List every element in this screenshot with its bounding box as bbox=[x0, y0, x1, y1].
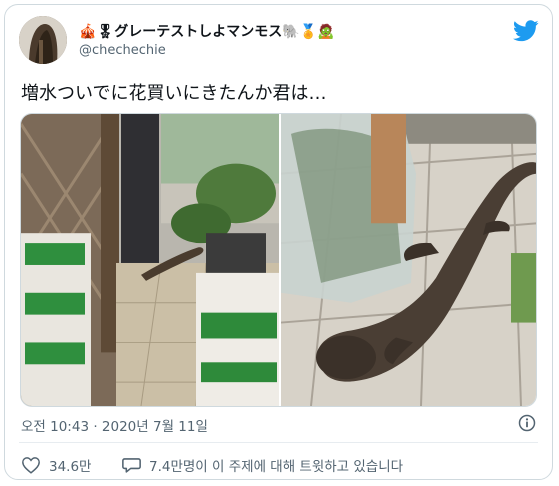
info-icon[interactable] bbox=[518, 414, 536, 432]
like-count: 34.6만 bbox=[49, 459, 92, 475]
user-handle[interactable]: @chechechie bbox=[79, 43, 166, 58]
display-name[interactable]: 🎪🎖グレーテストしよマンモス🐘🏅🧟 bbox=[79, 21, 335, 41]
photo-salamander[interactable] bbox=[281, 114, 537, 406]
twitter-bird-icon[interactable] bbox=[513, 20, 539, 42]
tweet-media[interactable] bbox=[20, 113, 537, 407]
tweet-timestamp[interactable]: 오전 10:43 · 2020년 7월 11일 bbox=[21, 415, 208, 435]
heart-icon bbox=[22, 457, 40, 474]
tweet-card[interactable]: 🎪🎖グレーテストしよマンモス🐘🏅🧟 @chechechie 増水ついでに花買いに… bbox=[4, 4, 553, 480]
like-button[interactable]: 34.6만 bbox=[21, 455, 91, 475]
tweet-text: 増水ついでに花買いにきたんか君は… bbox=[21, 83, 327, 104]
discussion-text: 7.4만명이 이 주제에 대해 트윗하고 있습니다 bbox=[149, 459, 404, 475]
photo-storefront[interactable] bbox=[21, 114, 279, 406]
avatar[interactable] bbox=[19, 16, 67, 64]
speech-bubble-icon bbox=[122, 458, 141, 473]
divider bbox=[19, 442, 538, 443]
discussion-link[interactable]: 7.4만명이 이 주제에 대해 트윗하고 있습니다 bbox=[122, 455, 403, 475]
